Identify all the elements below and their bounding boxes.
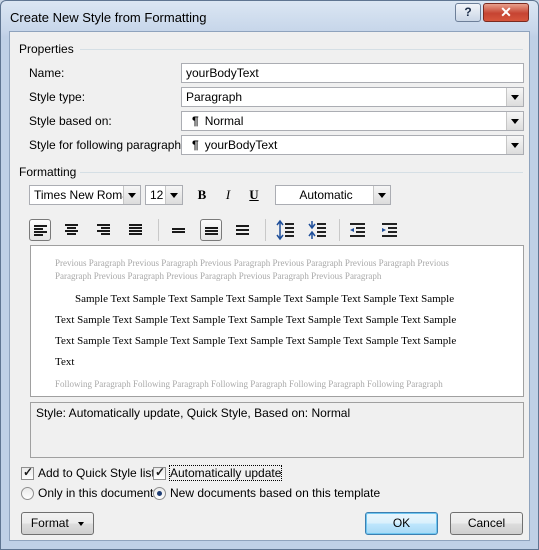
align-center-icon xyxy=(65,224,78,236)
justify-button[interactable] xyxy=(125,219,147,241)
font-color-select[interactable]: Automatic xyxy=(275,185,391,205)
chevron-down-icon[interactable] xyxy=(373,186,390,204)
based-on-value: Normal xyxy=(204,114,244,128)
formatting-section-label: Formatting xyxy=(19,165,77,179)
new-documents-label[interactable]: New documents based on this template xyxy=(170,486,380,500)
font-size-select[interactable]: 12 xyxy=(145,185,183,205)
align-right-icon xyxy=(97,224,110,236)
decrease-spacing-icon xyxy=(308,221,326,239)
decrease-paragraph-spacing-button[interactable] xyxy=(307,219,329,241)
single-spacing-button[interactable] xyxy=(168,219,190,241)
title-bar: Create New Style from Formatting ? ✕ xyxy=(1,1,538,31)
italic-button[interactable]: I xyxy=(218,185,238,205)
increase-indent-button[interactable] xyxy=(379,219,401,241)
auto-update-checkbox[interactable]: ✓ xyxy=(153,465,166,480)
single-spacing-icon xyxy=(172,224,185,236)
sample-text-line: Sample Text Sample Text Sample Text Samp… xyxy=(75,293,455,305)
following-paragraph-select[interactable]: ¶ yourBodyText xyxy=(181,135,524,155)
following-paragraph-label: Style for following paragraph: xyxy=(29,138,185,152)
one-half-spacing-button[interactable] xyxy=(200,219,222,241)
style-description: Style: Automatically update, Quick Style… xyxy=(30,402,524,458)
dialog-body: Properties Name: yourBodyText Style type… xyxy=(9,31,530,541)
align-left-button[interactable] xyxy=(29,219,51,241)
based-on-label: Style based on: xyxy=(29,114,112,128)
close-button[interactable]: ✕ xyxy=(483,3,529,22)
font-size-value: 12 xyxy=(150,188,164,202)
double-spacing-button[interactable] xyxy=(232,219,254,241)
increase-paragraph-spacing-button[interactable] xyxy=(275,219,297,241)
bold-button[interactable]: B xyxy=(192,185,212,205)
double-spacing-icon xyxy=(236,224,249,236)
chevron-down-icon[interactable] xyxy=(506,136,523,154)
based-on-select[interactable]: ¶ Normal xyxy=(181,111,524,131)
font-value: Times New Roman xyxy=(34,188,136,202)
align-right-button[interactable] xyxy=(93,219,115,241)
dialog-title: Create New Style from Formatting xyxy=(10,10,207,25)
following-paragraph-value: yourBodyText xyxy=(204,138,278,152)
properties-section-label: Properties xyxy=(19,42,74,56)
help-button[interactable]: ? xyxy=(455,3,481,22)
decrease-indent-icon xyxy=(350,223,365,237)
ok-button[interactable]: OK xyxy=(365,512,438,535)
add-quick-style-label[interactable]: Add to Quick Style list xyxy=(38,466,155,480)
create-style-dialog: Create New Style from Formatting ? ✕ Pro… xyxy=(0,0,539,550)
align-left-icon xyxy=(34,225,47,237)
sample-text-line: Text Sample Text Sample Text Sample Text… xyxy=(55,335,457,347)
increase-spacing-icon xyxy=(276,219,294,241)
new-documents-radio[interactable] xyxy=(153,487,166,500)
following-paragraph-text: Following Paragraph Following Paragraph … xyxy=(55,379,443,389)
checkmark-icon: ✓ xyxy=(155,465,166,479)
style-type-value: Paragraph xyxy=(186,90,243,104)
formatting-divider xyxy=(80,172,523,173)
only-this-document-radio[interactable] xyxy=(21,487,34,500)
underline-button[interactable]: U xyxy=(244,185,264,205)
increase-indent-icon xyxy=(382,223,397,237)
format-button-label: Format xyxy=(30,516,69,530)
chevron-down-icon xyxy=(78,521,85,526)
toolbar-separator xyxy=(265,219,266,241)
add-quick-style-checkbox[interactable]: ✓ xyxy=(21,465,34,480)
decrease-indent-button[interactable] xyxy=(347,219,369,241)
previous-paragraph-text: Previous Paragraph Previous Paragraph Pr… xyxy=(55,258,449,281)
name-label: Name: xyxy=(29,66,65,80)
pilcrow-icon: ¶ xyxy=(192,138,199,152)
toolbar-separator xyxy=(339,219,340,241)
pilcrow-icon: ¶ xyxy=(192,114,199,128)
font-color-value: Automatic xyxy=(299,188,353,202)
chevron-down-icon[interactable] xyxy=(123,186,140,204)
format-menu-button[interactable]: Format xyxy=(21,512,94,535)
only-this-document-label[interactable]: Only in this document xyxy=(38,486,153,500)
align-center-button[interactable] xyxy=(61,219,83,241)
auto-update-label[interactable]: Automatically update xyxy=(168,465,283,481)
one-half-spacing-icon xyxy=(205,225,218,237)
style-type-label: Style type: xyxy=(29,90,86,104)
chevron-down-icon[interactable] xyxy=(506,112,523,130)
sample-text-line: Text xyxy=(55,356,75,368)
radio-selected-dot xyxy=(157,491,162,496)
font-select[interactable]: Times New Roman xyxy=(29,185,141,205)
toolbar-separator xyxy=(158,219,159,241)
name-input[interactable]: yourBodyText xyxy=(181,63,524,83)
sample-text-line: Text Sample Text Sample Text Sample Text… xyxy=(55,314,457,326)
chevron-down-icon[interactable] xyxy=(165,186,182,204)
checkmark-icon: ✓ xyxy=(23,465,34,479)
style-preview: Previous Paragraph Previous Paragraph Pr… xyxy=(30,245,524,397)
style-type-select[interactable]: Paragraph xyxy=(181,87,524,107)
properties-divider xyxy=(80,49,523,50)
justify-icon xyxy=(129,224,142,236)
chevron-down-icon[interactable] xyxy=(506,88,523,106)
cancel-button[interactable]: Cancel xyxy=(450,512,523,535)
